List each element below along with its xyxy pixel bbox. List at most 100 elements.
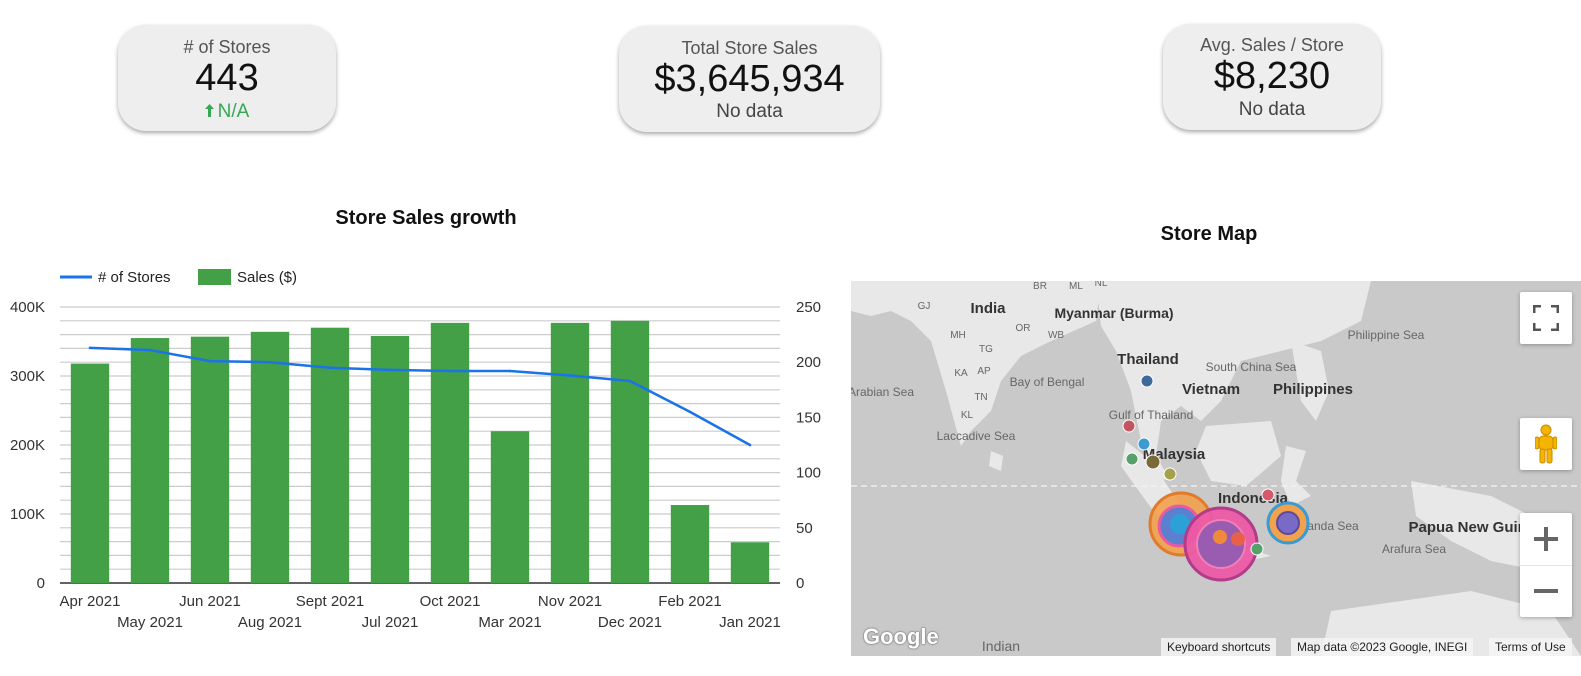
line-point <box>328 366 332 370</box>
pegman-icon <box>1535 424 1557 464</box>
store-marker <box>1163 467 1177 481</box>
map-canvas: India Myanmar (Burma) ThailandVietnam Phili… <box>851 281 1581 656</box>
bar-sales <box>670 505 710 583</box>
x-tick-label: Aug 2021 <box>238 614 302 631</box>
zoom-out-button[interactable] <box>1520 566 1572 618</box>
kpi-label: Total Store Sales <box>681 38 818 58</box>
google-logo: Google <box>863 624 939 649</box>
map-title: Store Map <box>1160 223 1258 245</box>
zoom-in-button[interactable] <box>1520 513 1572 566</box>
store-marker <box>1122 419 1136 433</box>
bar-sales <box>70 363 110 583</box>
kpi-card-avg-sales: Avg. Sales / Store $8,230 No data <box>1163 24 1381 130</box>
map-region-label: Bay of Bengal <box>1010 375 1085 389</box>
map-state-label: ML <box>1069 281 1083 292</box>
x-tick-label: Nov 2021 <box>538 593 602 610</box>
kpi-value: $8,230 <box>1213 55 1331 97</box>
y-tick-left: 0 <box>37 575 45 592</box>
y-tick-left: 200K <box>10 437 45 454</box>
sales-chart-title: Store Sales growth <box>335 207 517 229</box>
bar-sales <box>370 335 410 583</box>
keyboard-shortcuts-link[interactable]: Keyboard shortcuts <box>1161 638 1277 656</box>
store-marker <box>1140 374 1154 388</box>
bar-sales <box>550 322 590 583</box>
map-region-label: Philippines <box>1273 381 1353 398</box>
map-state-label: BR <box>1033 281 1047 292</box>
line-point <box>448 369 452 373</box>
store-map[interactable]: India Myanmar (Burma) Thailand Vietnam Phili… <box>851 281 1581 656</box>
x-tick-label: Jun 2021 <box>179 593 241 610</box>
map-state-label: GJ <box>918 301 931 312</box>
map-state-label: TG <box>979 344 993 355</box>
map-region-label: South China Sea <box>1206 360 1297 374</box>
map-region-label: Arafura Sea <box>1382 542 1446 556</box>
map-region-label: Myanmar (Burma) <box>1054 305 1173 321</box>
store-marker <box>1137 437 1151 451</box>
legend-sales-label: Sales ($) <box>237 269 297 286</box>
zoom-out-icon <box>1534 589 1558 594</box>
map-state-label: KL <box>961 410 974 421</box>
kpi-label: # of Stores <box>183 37 271 57</box>
kpi-compare: No data <box>1238 99 1306 120</box>
kpi-compare: No data <box>716 101 783 122</box>
x-tick-label: Apr 2021 <box>60 593 121 610</box>
street-view-button[interactable] <box>1520 418 1572 470</box>
line-point <box>208 359 212 363</box>
y-tick-right: 200 <box>796 354 821 371</box>
land-sri-lanka <box>989 451 1003 471</box>
map-region-label: Arabian Sea <box>851 385 914 399</box>
legend-bar-swatch <box>198 269 231 285</box>
map-state-label: KA <box>954 368 968 379</box>
line-point <box>268 360 272 364</box>
line-point <box>148 348 152 352</box>
map-state-label: NL <box>1095 281 1108 289</box>
kpi-label: Avg. Sales / Store <box>1200 35 1344 55</box>
bar-sales <box>430 322 470 583</box>
x-tick-label: Jul 2021 <box>362 614 419 631</box>
terms-of-use-link[interactable]: Terms of Use <box>1489 638 1572 656</box>
bar-sales <box>730 542 770 583</box>
y-tick-left: 300K <box>10 368 45 385</box>
fullscreen-button[interactable] <box>1520 292 1572 344</box>
zoom-in-icon <box>1534 526 1558 551</box>
map-state-label: AP <box>977 366 991 377</box>
x-tick-label: Mar 2021 <box>478 614 541 631</box>
y-tick-right: 100 <box>796 465 821 482</box>
zoom-controls <box>1520 513 1572 617</box>
line-point <box>568 374 572 377</box>
x-tick-label: Jan 2021 <box>719 614 781 631</box>
store-marker <box>1145 454 1161 470</box>
bar-sales <box>610 320 650 583</box>
y-tick-right: 150 <box>796 409 821 426</box>
legend-stores-label: # of Stores <box>98 269 171 286</box>
x-tick-label: Feb 2021 <box>658 593 721 610</box>
map-state-label: MH <box>950 330 966 341</box>
y-tick-right: 250 <box>796 299 821 316</box>
map-data-attribution: Map data ©2023 Google, INEGI <box>1291 638 1474 656</box>
land-borneo <box>1196 421 1281 486</box>
line-point <box>688 410 692 414</box>
y-tick-right: 0 <box>796 575 804 592</box>
store-marker <box>1125 452 1139 466</box>
x-tick-label: Oct 2021 <box>420 593 481 610</box>
bar-sales <box>190 336 230 583</box>
line-point <box>628 379 632 383</box>
kpi-value: 443 <box>195 57 259 99</box>
x-tick-label: Sept 2021 <box>296 593 364 610</box>
map-region-label: Gulf of Thailand <box>1109 408 1194 422</box>
map-region-label: Indian <box>982 638 1020 654</box>
map-region-label: Vietnam <box>1182 381 1240 398</box>
kpi-card-stores: # of Stores 443 N/A <box>118 25 336 131</box>
map-region-label: Philippine Sea <box>1348 328 1425 342</box>
bar-sales <box>250 331 290 583</box>
y-tick-right: 50 <box>796 520 813 537</box>
map-state-label: WB <box>1048 330 1064 341</box>
x-tick-label: Dec 2021 <box>598 614 662 631</box>
bar-sales <box>130 338 170 583</box>
kpi-value: $3,645,934 <box>654 58 845 100</box>
x-tick-label: May 2021 <box>117 614 183 631</box>
y-tick-left: 100K <box>10 506 45 523</box>
store-marker <box>1276 511 1300 535</box>
line-point <box>388 368 392 372</box>
map-state-label: OR <box>1016 323 1031 334</box>
